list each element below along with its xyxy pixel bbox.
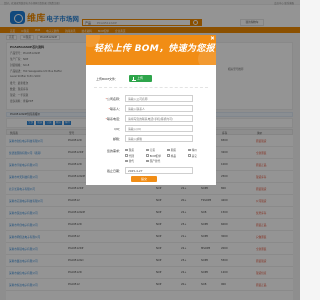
upload-label: 上传BOM文件：	[96, 77, 118, 81]
field-label-text: 联系电话：	[106, 117, 122, 121]
field-input[interactable]	[125, 135, 193, 142]
checkbox-label: 样品	[170, 154, 176, 158]
checkbox-box[interactable]	[188, 148, 191, 152]
deadline-input[interactable]	[125, 167, 193, 174]
divider	[94, 87, 208, 88]
checkbox-label: 国产替代	[149, 160, 161, 163]
needs-label: 您的需求：	[106, 149, 122, 153]
need-checkbox[interactable]: 替代	[125, 159, 134, 163]
upload-button-label: 上传	[137, 76, 144, 80]
field-input[interactable]	[125, 125, 193, 132]
checkbox-label: 现货	[128, 149, 134, 152]
need-checkbox[interactable]: 代理	[125, 154, 134, 158]
close-icon[interactable]	[210, 36, 214, 40]
need-checkbox[interactable]: 期货	[167, 148, 176, 152]
field-label-text: 联系人：	[109, 107, 122, 111]
field-input[interactable]	[125, 115, 193, 122]
deadline-label: 截止日期：	[106, 169, 122, 173]
need-checkbox[interactable]: 订货	[146, 148, 155, 152]
checkbox-label: 期货	[170, 149, 176, 152]
field-label: *联系电话：	[92, 117, 122, 121]
upload-icon	[132, 76, 136, 81]
checkbox-box[interactable]	[146, 159, 149, 163]
field-label-text: 公司名称：	[106, 97, 122, 101]
checkbox-label: 代理	[128, 154, 134, 158]
banner-title: 轻松上传 BOM，快速为您报价	[94, 44, 216, 54]
checkbox-label: 订货	[149, 149, 155, 152]
dialog-banner: 轻松上传 BOM，快速为您报价	[86, 35, 216, 65]
checkbox-label: BOM配单	[149, 154, 161, 158]
field-label-text: QQ：	[114, 127, 122, 131]
field-label: QQ：	[92, 127, 122, 131]
need-checkbox[interactable]: 其它	[188, 154, 197, 158]
checkbox-box[interactable]	[146, 154, 149, 157]
field-label: 邮箱：	[92, 137, 122, 141]
field-label: *公司名称：	[92, 97, 122, 101]
need-checkbox[interactable]: BOM配单	[146, 154, 161, 158]
checkbox-box[interactable]	[125, 154, 128, 157]
checkbox-box[interactable]	[188, 154, 191, 157]
field-input[interactable]	[125, 95, 193, 102]
submit-button[interactable]: 提交	[131, 176, 157, 182]
checkbox-label: 替代	[128, 160, 134, 163]
checkbox-box[interactable]	[125, 159, 128, 163]
checkbox-box[interactable]	[125, 148, 128, 152]
checkbox-label: 其它	[191, 154, 197, 158]
need-checkbox[interactable]: 国产替代	[146, 159, 160, 163]
bom-upload-dialog: 轻松上传 BOM，快速为您报价 上传BOM文件： 上传 *公司名称： *联系人： *…	[86, 35, 216, 185]
upload-button[interactable]: 上传	[129, 75, 152, 82]
field-label-text: 邮箱：	[112, 137, 122, 141]
checkbox-box[interactable]	[146, 148, 149, 152]
need-checkbox[interactable]: 特价	[188, 148, 197, 152]
need-checkbox[interactable]: 现货	[125, 148, 134, 152]
field-label: *联系人：	[92, 107, 122, 111]
checkbox-box[interactable]	[167, 148, 170, 152]
checkbox-box[interactable]	[167, 154, 170, 157]
field-input[interactable]	[125, 105, 193, 112]
need-checkbox[interactable]: 样品	[167, 154, 176, 158]
checkbox-label: 特价	[191, 149, 197, 152]
